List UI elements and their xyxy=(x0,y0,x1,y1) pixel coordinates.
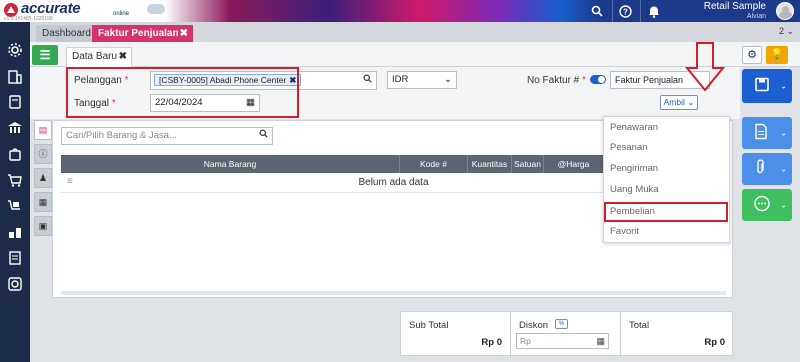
tab-data-baru[interactable]: Data Baru ✖ xyxy=(66,47,132,67)
app-logo: accurate online v1.0.1#1485-1220158 xyxy=(4,0,165,22)
more-options-icon xyxy=(754,195,770,215)
tab-info-icon[interactable]: ⓘ xyxy=(34,144,52,164)
logo-mark-icon xyxy=(4,3,18,17)
reports-icon[interactable] xyxy=(6,250,24,268)
company-building-icon[interactable] xyxy=(6,68,24,86)
tab-faktur-penjualan[interactable]: Faktur Penjualan ✖ xyxy=(92,25,193,42)
bell-icon[interactable] xyxy=(640,0,666,22)
attachment-button[interactable]: ⌄ xyxy=(742,153,792,185)
col-harga[interactable]: @Harga xyxy=(543,155,603,173)
tab-customer-icon[interactable]: ♟ xyxy=(34,168,52,188)
auto-number-toggle[interactable] xyxy=(590,75,606,84)
col-kode[interactable]: Kode # xyxy=(399,155,467,173)
menu-item-favorit[interactable]: Favorit xyxy=(604,222,729,242)
subtotal-section: Sub Total Rp 0 xyxy=(401,312,511,357)
logo-subtext: online xyxy=(113,11,130,17)
svg-text:?: ? xyxy=(623,7,628,16)
totals-panel: Sub Total Rp 0 Diskon % Rp ▦ Total Rp 0 xyxy=(400,311,733,357)
subtotal-value: Rp 0 xyxy=(481,337,502,348)
horizontal-scrollbar[interactable] xyxy=(61,291,726,295)
calculator-icon[interactable]: ▦ xyxy=(596,334,605,348)
purchase-bag-icon[interactable] xyxy=(6,146,24,164)
save-button[interactable]: ⌄ xyxy=(742,69,792,103)
diskon-label: Diskon xyxy=(519,320,549,331)
col-kuantitas[interactable]: Kuantitas xyxy=(467,155,511,173)
detail-side-tabs: ▤ ⓘ ♟ ▦ ▣ xyxy=(34,120,52,238)
ambil-button[interactable]: Ambil ⌄ xyxy=(660,95,698,110)
tab-notes-icon[interactable]: ▣ xyxy=(34,216,52,236)
diskon-input[interactable]: Rp ▦ xyxy=(516,333,609,349)
close-tab-icon[interactable]: ✖ xyxy=(180,25,188,42)
search-icon[interactable] xyxy=(363,73,372,89)
sales-cart-icon[interactable] xyxy=(6,172,24,190)
document-icon xyxy=(754,123,768,143)
currency-value: IDR xyxy=(392,74,409,85)
list-view-button[interactable]: ☰ xyxy=(32,45,58,65)
company-name: Retail Sample xyxy=(703,1,766,12)
cloud-icon xyxy=(147,4,165,14)
help-icon[interactable]: ? xyxy=(612,0,638,22)
user-name: Alvian xyxy=(746,13,766,20)
required-mark: * xyxy=(582,75,586,86)
chevron-down-icon: ⌄ xyxy=(783,26,794,36)
currency-select[interactable]: IDR ⌄ xyxy=(387,71,457,89)
warehouse-icon[interactable] xyxy=(6,224,24,242)
total-label: Total xyxy=(629,320,650,331)
highlight-frame xyxy=(66,67,299,118)
faktur-no-label: No Faktur # * xyxy=(527,75,586,86)
chevron-down-icon: ⌄ xyxy=(444,74,452,85)
paperclip-icon xyxy=(754,159,766,179)
item-search-placeholder: Cari/Pilih Barang & Jasa... xyxy=(66,130,177,141)
ambil-label: Ambil xyxy=(663,97,685,107)
close-doc-tab-icon[interactable]: ✖ xyxy=(119,48,127,66)
cash-bank-icon[interactable] xyxy=(6,94,24,112)
chevron-down-icon: ⌄ xyxy=(780,200,787,210)
chevron-down-icon: ⌄ xyxy=(780,128,787,138)
save-icon xyxy=(754,77,770,96)
tab-dashboard[interactable]: Dashboard xyxy=(36,25,97,42)
menu-item-pengiriman[interactable]: Pengiriman xyxy=(604,159,729,179)
col-nama-barang[interactable]: Nama Barang xyxy=(61,155,399,173)
settings-icon[interactable] xyxy=(6,42,24,60)
avatar[interactable] xyxy=(776,2,794,20)
top-bar: accurate online v1.0.1#1485-1220158 ? Re… xyxy=(0,0,800,22)
logo-text: accurate xyxy=(21,0,81,17)
item-search-input[interactable]: Cari/Pilih Barang & Jasa... xyxy=(61,127,273,145)
chevron-down-icon: ⌄ xyxy=(780,81,787,91)
diskon-section: Diskon % Rp ▦ xyxy=(511,312,621,357)
tab-item-detail[interactable]: ▤ xyxy=(34,120,52,140)
diskon-percent-toggle[interactable]: % xyxy=(555,319,568,329)
col-satuan[interactable]: Satuan xyxy=(511,155,543,173)
menu-item-uang-muka[interactable]: Uang Muka xyxy=(604,180,729,200)
tab-count[interactable]: 2 ⌄ xyxy=(779,26,794,37)
inventory-cart-icon[interactable] xyxy=(6,198,24,216)
module-tab-bar: Dashboard Faktur Penjualan ✖ 2 ⌄ xyxy=(30,22,800,42)
tab-cost-icon[interactable]: ▦ xyxy=(34,192,52,212)
tab-data-baru-label: Data Baru xyxy=(72,51,118,62)
left-sidebar xyxy=(0,22,30,362)
tab-faktur-penjualan-label: Faktur Penjualan xyxy=(98,28,179,39)
gear-icon[interactable]: ⚙ xyxy=(742,46,762,64)
faktur-type-value: Faktur Penjualan xyxy=(615,75,684,85)
ambil-dropdown-menu: Penawaran Pesanan Pengiriman Uang Muka P… xyxy=(603,116,730,243)
bank-icon[interactable] xyxy=(6,120,24,138)
subtotal-label: Sub Total xyxy=(409,320,449,331)
menu-item-pembelian[interactable]: Pembelian xyxy=(604,202,728,222)
more-actions-button[interactable]: ⌄ xyxy=(742,189,792,221)
menu-item-penawaran[interactable]: Penawaran xyxy=(604,118,729,138)
search-icon[interactable] xyxy=(259,128,268,144)
company-info[interactable]: Retail Sample Alvian xyxy=(704,2,766,22)
faktur-no-label-text: No Faktur # xyxy=(527,75,580,86)
menu-item-pesanan[interactable]: Pesanan xyxy=(604,138,729,158)
chevron-down-icon: ⌄ xyxy=(687,97,695,107)
document-button[interactable]: ⌄ xyxy=(742,117,792,149)
total-value: Rp 0 xyxy=(704,337,725,348)
lightbulb-icon[interactable]: 💡 xyxy=(766,46,788,64)
dashboard-chart-icon[interactable] xyxy=(6,276,24,294)
total-section: Total Rp 0 xyxy=(621,312,733,357)
chevron-down-icon: ⌄ xyxy=(780,164,787,174)
search-icon[interactable] xyxy=(584,0,610,22)
annotation-arrow-icon xyxy=(685,42,725,92)
diskon-placeholder: Rp xyxy=(520,336,531,346)
